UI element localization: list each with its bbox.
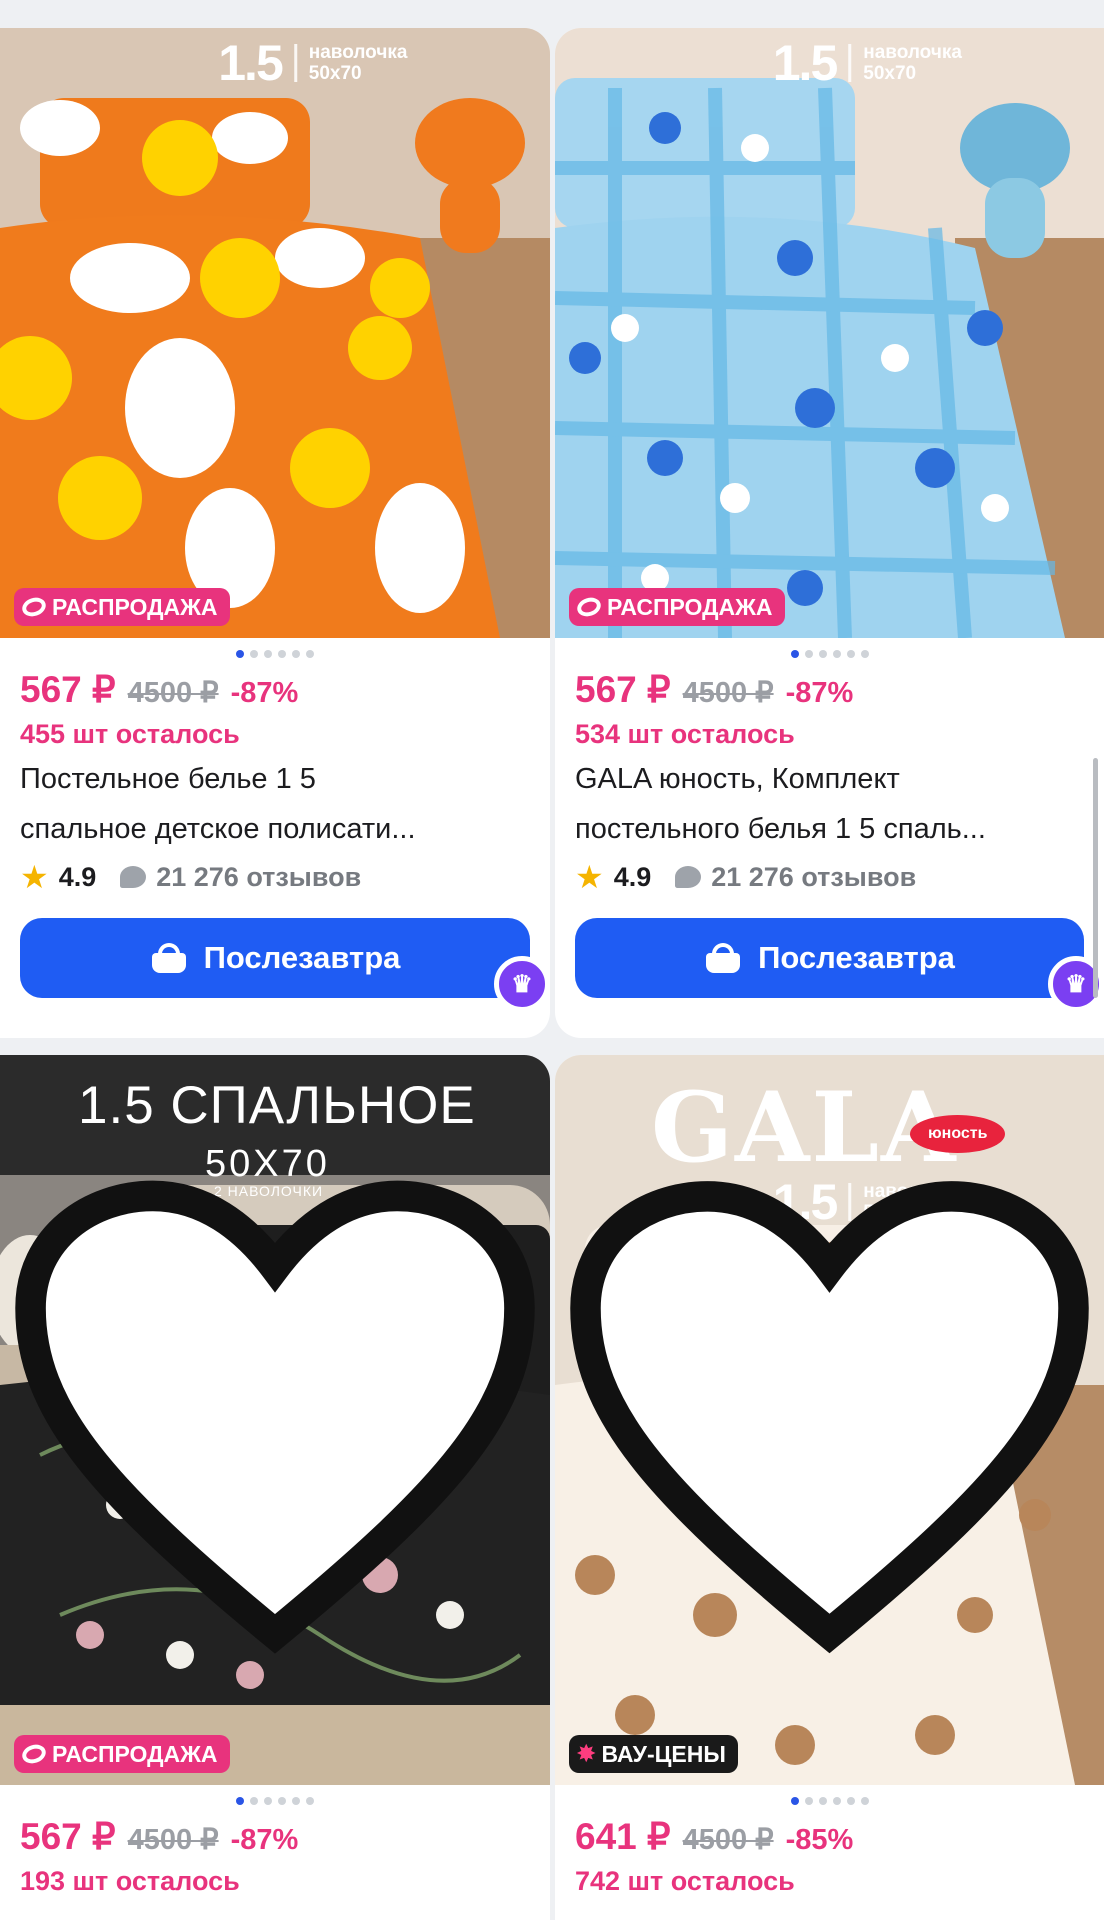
product-image-3[interactable]: 1.5 СПАЛЬНОЕ 50X70 2 НАВОЛОЧКИ РАСПРОДАЖ…: [0, 1055, 550, 1785]
product-title-line-2[interactable]: постельного белья 1 5 спаль...: [575, 804, 1084, 854]
crown-icon: ♛: [494, 956, 550, 1012]
sale-label: РАСПРОДАЖА: [52, 593, 218, 620]
discount: -87%: [230, 1824, 299, 1856]
basket-icon: [150, 943, 188, 973]
product-title-line-2[interactable]: спальное детское полисати...: [20, 804, 530, 854]
current-price: 567 ₽: [20, 669, 116, 710]
image-pager-dots: [0, 1797, 550, 1805]
burst-icon: ✸: [577, 1741, 596, 1766]
product-card-1[interactable]: 1.5 наволочка 50x70 РАСПРОДАЖА 567 ₽ 4500…: [0, 28, 550, 1038]
heart-icon[interactable]: [555, 1055, 1104, 1785]
add-to-cart-button[interactable]: Послезавтра ♛: [575, 918, 1104, 1012]
product-grid: 1.5 наволочка 50x70 РАСПРОДАЖА 567 ₽ 4500…: [0, 0, 1104, 1920]
old-price: 4500 ₽: [127, 677, 219, 709]
product-info: 641 ₽ 4500 ₽ -85% 742 шт осталось: [555, 1815, 1104, 1897]
size-number: 1.5: [772, 35, 839, 91]
reviews-count[interactable]: 21 276 отзывов: [711, 862, 916, 893]
sale-ring-icon: [19, 1741, 49, 1767]
size-caption: наволочка50x70: [863, 42, 962, 84]
sale-label: РАСПРОДАЖА: [52, 1740, 218, 1767]
image-pager-dots: [0, 650, 550, 658]
image-pager-dots: [555, 1797, 1104, 1805]
size-badge: 1.5 наволочка50x70: [218, 34, 407, 92]
reviews-count[interactable]: 21 276 отзывов: [156, 862, 361, 893]
product-card-3[interactable]: 1.5 СПАЛЬНОЕ 50X70 2 НАВОЛОЧКИ РАСПРОДАЖ…: [0, 1055, 550, 1920]
product-image-1[interactable]: 1.5 наволочка 50x70 РАСПРОДАЖА: [0, 28, 550, 638]
price-row: 567 ₽ 4500 ₽ -87%: [20, 668, 530, 711]
heart-icon[interactable]: [0, 1055, 550, 1785]
wow-price-label: ВАУ-ЦЕНЫ: [601, 1740, 726, 1767]
old-price: 4500 ₽: [682, 677, 774, 709]
star-icon: ★: [20, 859, 49, 895]
size-caption: наволочка50x70: [308, 42, 408, 84]
old-price: 4500 ₽: [682, 1824, 774, 1856]
discount: -85%: [785, 1824, 854, 1856]
stock-left: 742 шт осталось: [575, 1866, 795, 1896]
comment-icon: [675, 866, 702, 888]
product-image-2[interactable]: 1.5 наволочка 50x70 РАСПРОДАЖА: [555, 28, 1104, 638]
orange-ducks-bedding-illustration: [0, 28, 550, 638]
old-price: 4500 ₽: [127, 1824, 219, 1856]
basket-icon: [704, 943, 742, 973]
rating-row: ★ 4.9 21 276 отзывов: [20, 858, 530, 896]
sale-badge: РАСПРОДАЖА: [569, 588, 785, 626]
delivery-label: Послезавтра: [758, 940, 955, 975]
current-price: 567 ₽: [20, 1816, 116, 1857]
discount: -87%: [785, 677, 854, 709]
stock-left: 455 шт осталось: [20, 719, 240, 749]
stock-left: 534 шт осталось: [575, 719, 795, 749]
size-number: 1.5: [218, 35, 284, 91]
wow-price-badge: ✸ ВАУ-ЦЕНЫ: [569, 1735, 738, 1773]
scrollbar[interactable]: [1093, 758, 1098, 998]
price-row: 567 ₽ 4500 ₽ -87%: [575, 668, 1084, 711]
blue-check-bedding-illustration: [555, 28, 1104, 638]
sale-ring-icon: [574, 594, 604, 620]
rating-score: 4.9: [58, 861, 97, 892]
product-image-4[interactable]: GALA юность 1.5 наволочка50x70 ✸ ВАУ-ЦЕН…: [555, 1055, 1104, 1785]
price-row: 567 ₽ 4500 ₽ -87%: [20, 1815, 530, 1858]
current-price: 641 ₽: [575, 1816, 671, 1857]
product-info: 567 ₽ 4500 ₽ -87% 455 шт осталось Постел…: [0, 668, 550, 1012]
divider: [293, 44, 297, 82]
rating-row: ★ 4.9 21 276 отзывов: [575, 858, 1084, 896]
delivery-label: Послезавтра: [203, 940, 401, 975]
size-badge: 1.5 наволочка50x70: [773, 34, 962, 92]
image-pager-dots: [555, 650, 1104, 658]
product-card-4[interactable]: GALA юность 1.5 наволочка50x70 ✸ ВАУ-ЦЕН…: [555, 1055, 1104, 1920]
current-price: 567 ₽: [575, 669, 671, 710]
add-to-cart-button[interactable]: Послезавтра ♛: [20, 918, 550, 1012]
comment-icon: [120, 866, 147, 888]
top-strip: [0, 0, 1104, 22]
price-row: 641 ₽ 4500 ₽ -85%: [575, 1815, 1084, 1858]
star-icon: ★: [575, 859, 604, 895]
product-info: 567 ₽ 4500 ₽ -87% 534 шт осталось GALA ю…: [555, 668, 1104, 1012]
sale-label: РАСПРОДАЖА: [607, 593, 773, 620]
stock-left: 193 шт осталось: [20, 1866, 240, 1896]
sale-badge: РАСПРОДАЖА: [14, 588, 230, 626]
divider: [848, 44, 852, 82]
product-title-line-1[interactable]: Постельное белье 1 5: [20, 754, 530, 804]
product-info: 567 ₽ 4500 ₽ -87% 193 шт осталось: [0, 1815, 550, 1897]
sale-ring-icon: [19, 594, 49, 620]
product-title-line-1[interactable]: GALA юность, Комплект: [575, 754, 1084, 804]
discount: -87%: [230, 677, 299, 709]
rating-score: 4.9: [613, 861, 652, 892]
product-card-2[interactable]: 1.5 наволочка 50x70 РАСПРОДАЖА 567 ₽ 4500…: [555, 28, 1104, 1038]
sale-badge: РАСПРОДАЖА: [14, 1735, 230, 1773]
